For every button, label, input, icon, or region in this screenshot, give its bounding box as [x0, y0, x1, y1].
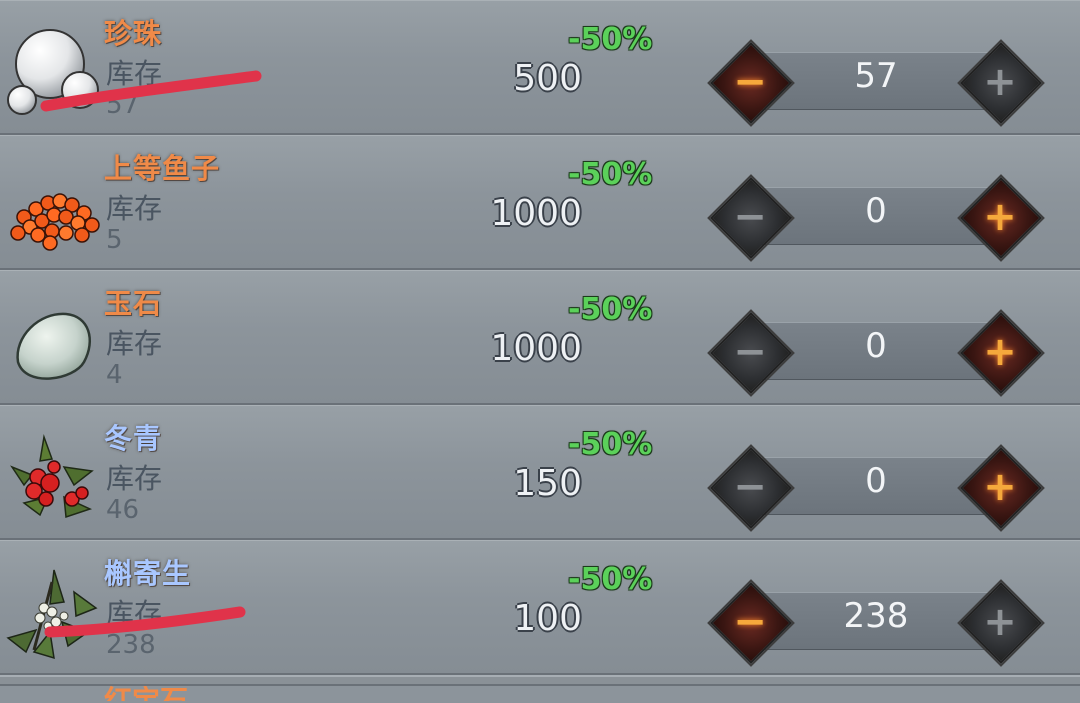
plus-icon: +: [983, 464, 1017, 510]
stock-count: 4: [106, 360, 123, 390]
stock-label: 库存: [106, 597, 163, 630]
item-name-partial: 红宝石: [104, 686, 188, 701]
decrease-button[interactable]: −: [709, 446, 793, 530]
minus-icon: −: [733, 329, 767, 375]
stock-label: 库存: [106, 57, 163, 90]
discount-badge: -50%: [568, 22, 653, 57]
increase-button[interactable]: +: [959, 311, 1043, 395]
decrease-button[interactable]: −: [709, 311, 793, 395]
quantity-value: 0: [865, 461, 887, 501]
item-row-jade: 玉石 库存 4 -50% 1000 0 − +: [0, 270, 1080, 407]
minus-icon: −: [733, 599, 767, 645]
item-price: 1000: [490, 193, 582, 234]
jade-icon: [16, 312, 92, 380]
item-price: 100: [513, 598, 582, 639]
decrease-button[interactable]: −: [709, 581, 793, 665]
discount-badge: -50%: [568, 157, 653, 192]
item-name: 冬青: [104, 422, 163, 455]
item-price: 150: [513, 463, 582, 504]
increase-button[interactable]: +: [959, 581, 1043, 665]
plus-icon: +: [983, 194, 1017, 240]
mistletoe-icon: [6, 569, 98, 660]
stock-label: 库存: [106, 327, 163, 360]
pearl-icon: [7, 29, 99, 115]
stock-count: 238: [106, 630, 156, 660]
item-row-mistletoe: 槲寄生 库存 238 -50% 100 238 − +: [0, 540, 1080, 677]
minus-icon: −: [733, 194, 767, 240]
minus-icon: −: [733, 464, 767, 510]
shop-item-list: 珍珠 库存 57 -50% 500 57 − + 上等鱼子 库存 5 -50% …: [0, 0, 1080, 703]
item-price: 500: [513, 58, 582, 99]
plus-icon: +: [983, 59, 1017, 105]
increase-button[interactable]: +: [959, 446, 1043, 530]
item-name: 上等鱼子: [104, 152, 221, 185]
quantity-value: 0: [865, 326, 887, 366]
item-name: 珍珠: [104, 17, 163, 50]
caviar-icon: [10, 193, 100, 251]
item-name: 玉石: [104, 287, 163, 320]
discount-badge: -50%: [568, 427, 653, 462]
plus-icon: +: [983, 329, 1017, 375]
stock-count: 57: [106, 90, 140, 120]
discount-badge: -50%: [568, 292, 653, 327]
quantity-value: 0: [865, 191, 887, 231]
stock-label: 库存: [106, 462, 163, 495]
stock-count: 5: [106, 225, 123, 255]
stock-count: 46: [106, 495, 140, 525]
holly-icon: [10, 434, 94, 519]
item-row-holly: 冬青 库存 46 -50% 150 0 − +: [0, 405, 1080, 542]
discount-badge: -50%: [568, 562, 653, 597]
item-row-caviar: 上等鱼子 库存 5 -50% 1000 0 − +: [0, 135, 1080, 272]
plus-icon: +: [983, 599, 1017, 645]
item-price: 1000: [490, 328, 582, 369]
quantity-value: 57: [854, 56, 898, 96]
minus-icon: −: [733, 59, 767, 105]
item-name: 槲寄生: [104, 557, 192, 590]
decrease-button[interactable]: −: [709, 41, 793, 125]
increase-button[interactable]: +: [959, 176, 1043, 260]
item-row-pearl: 珍珠 库存 57 -50% 500 57 − +: [0, 0, 1080, 137]
increase-button[interactable]: +: [959, 41, 1043, 125]
quantity-value: 238: [843, 596, 909, 636]
stock-label: 库存: [106, 192, 163, 225]
decrease-button[interactable]: −: [709, 176, 793, 260]
